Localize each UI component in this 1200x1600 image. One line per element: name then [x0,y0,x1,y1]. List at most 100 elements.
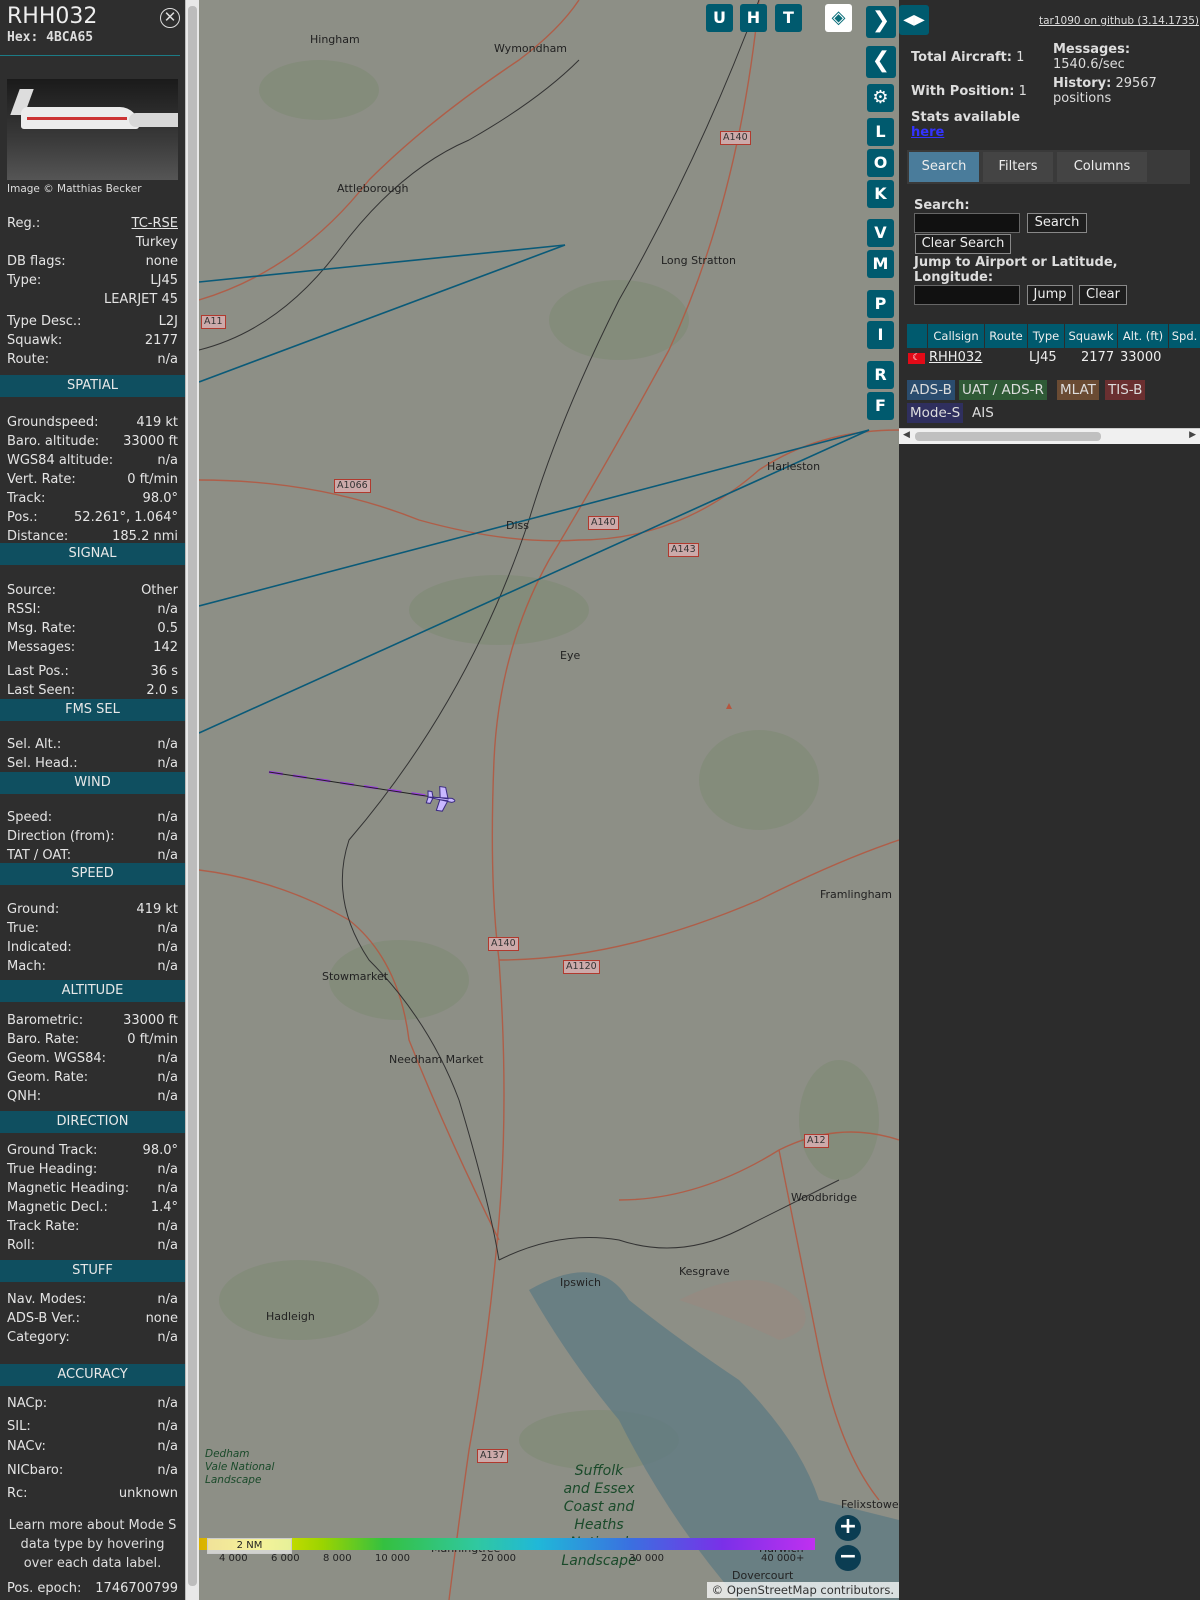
tab-filters[interactable]: Filters [983,152,1053,182]
map-button-m[interactable]: M [867,250,894,278]
tab-search[interactable]: Search [909,152,979,182]
detail-label[interactable]: Baro. Rate: [7,1031,79,1049]
map-button-p[interactable]: P [867,290,894,318]
detail-label[interactable]: True Heading: [7,1161,97,1179]
table-hscroll[interactable]: ◀ ▶ [899,428,1200,444]
map-button-l[interactable]: L [867,118,894,146]
section-header: STUFF [0,1260,185,1282]
detail-label[interactable]: WGS84 altitude: [7,452,113,470]
map-view[interactable]: Hingham Wymondham Attleborough Long Stra… [199,0,899,1600]
clear-button[interactable]: Clear [1079,285,1127,305]
detail-label[interactable]: Category: [7,1329,70,1347]
detail-label[interactable]: Barometric: [7,1012,83,1030]
row-callsign[interactable]: RHH032 [929,348,982,368]
detail-label[interactable]: DB flags: [7,253,66,271]
map-button-k[interactable]: K [867,180,894,208]
detail-label[interactable]: Sel. Alt.: [7,736,61,754]
col-callsign[interactable]: Callsign [928,324,984,348]
detail-label[interactable]: Sel. Head.: [7,755,78,773]
row-type: LJ45 [1029,350,1057,365]
detail-label[interactable]: Reg.: [7,215,40,233]
detail-value: n/a [157,1463,178,1478]
detail-label[interactable]: Squawk: [7,332,62,350]
zoom-out-button[interactable]: − [835,1545,861,1571]
detail-label[interactable]: SIL: [7,1418,31,1436]
detail-label[interactable]: Type: [7,272,41,290]
detail-label[interactable]: Direction (from): [7,828,115,846]
detail-label[interactable]: NICbaro: [7,1462,63,1480]
map-attribution[interactable]: © OpenStreetMap contributors. [706,1582,899,1598]
detail-label[interactable]: Nav. Modes: [7,1291,86,1309]
col-squawk[interactable]: Squawk [1065,324,1117,348]
col-flag[interactable] [907,324,927,348]
col-route[interactable]: Route [985,324,1027,348]
detail-label[interactable]: Geom. Rate: [7,1069,88,1087]
jump-button[interactable]: Jump [1027,285,1073,305]
detail-label[interactable]: Type Desc.: [7,313,81,331]
github-link[interactable]: tar1090 on github (3.14.1735) [1039,14,1199,29]
detail-label[interactable]: Ground: [7,901,59,919]
detail-label[interactable]: Pos. epoch: [7,1580,81,1598]
detail-label[interactable]: Msg. Rate: [7,620,76,638]
col-type[interactable]: Type [1028,324,1064,348]
stats-link[interactable]: here [911,125,944,140]
detail-label[interactable]: Messages: [7,639,75,657]
detail-label[interactable]: ADS-B Ver.: [7,1310,80,1328]
detail-value: unknown [118,1486,178,1501]
detail-label[interactable]: Ground Track: [7,1142,97,1160]
table-row[interactable]: ☾ RHH032 LJ45 2177 33000 [907,348,1200,370]
registration-link[interactable]: TC-RSE [132,215,178,233]
map-button-o[interactable]: O [867,149,894,177]
settings-gear-icon[interactable]: ⚙ [867,84,894,112]
detail-label[interactable]: QNH: [7,1088,41,1106]
detail-label[interactable]: Geom. WGS84: [7,1050,106,1068]
expand-right-icon[interactable]: ❯ [866,6,896,38]
jump-input[interactable] [914,285,1020,305]
clear-search-button[interactable]: Clear Search [915,234,1011,254]
search-input[interactable] [914,213,1020,233]
detail-label[interactable]: NACv: [7,1438,46,1456]
aircraft-photo[interactable] [7,79,178,180]
map-button-r[interactable]: R [867,361,894,389]
sidebar-scrollbar[interactable] [185,0,199,1600]
collapse-left-icon[interactable]: ❮ [866,46,896,78]
detail-label[interactable]: Track Rate: [7,1218,79,1236]
close-icon[interactable]: ✕ [160,8,180,28]
detail-label[interactable]: Groundspeed: [7,414,98,432]
layers-icon[interactable]: ◈ [825,4,852,32]
detail-label[interactable]: Pos.: [7,509,38,527]
detail-label[interactable]: Indicated: [7,939,72,957]
detail-label[interactable]: Vert. Rate: [7,471,76,489]
col-altitude[interactable]: Alt. (ft) [1118,324,1168,348]
map-button-v[interactable]: V [867,219,894,247]
zoom-in-button[interactable]: + [835,1515,861,1541]
toggle-panel-icon[interactable]: ◀▶ [899,5,929,35]
map-button-f[interactable]: F [867,392,894,420]
road-label: A140 [588,516,619,530]
detail-label[interactable]: Route: [7,351,49,369]
detail-label[interactable]: Magnetic Heading: [7,1180,129,1198]
detail-label[interactable]: Source: [7,582,56,600]
detail-label[interactable]: Baro. altitude: [7,433,99,451]
search-button[interactable]: Search [1027,213,1087,233]
col-speed[interactable]: Spd. [1169,324,1200,348]
detail-label[interactable]: Rc: [7,1485,28,1503]
map-button-i[interactable]: I [867,321,894,349]
detail-label[interactable]: Magnetic Decl.: [7,1199,108,1217]
detail-label[interactable]: Track: [7,490,45,508]
detail-label[interactable]: NACp: [7,1395,47,1413]
detail-label[interactable]: RSSI: [7,601,41,619]
detail-label[interactable]: Last Seen: [7,682,75,700]
detail-label[interactable]: Last Pos.: [7,663,69,681]
map-button-h[interactable]: H [740,4,767,32]
map-button-u[interactable]: U [706,4,733,32]
road-label: A1120 [563,960,600,974]
detail-label[interactable]: True: [7,920,39,938]
detail-label[interactable]: Roll: [7,1237,35,1255]
hscroll-thumb[interactable] [915,432,1101,441]
detail-label[interactable]: Mach: [7,958,46,976]
map-button-t[interactable]: T [775,4,802,32]
detail-label[interactable]: Speed: [7,809,52,827]
tab-columns[interactable]: Columns [1057,152,1147,182]
town-label: Hingham [310,33,360,46]
